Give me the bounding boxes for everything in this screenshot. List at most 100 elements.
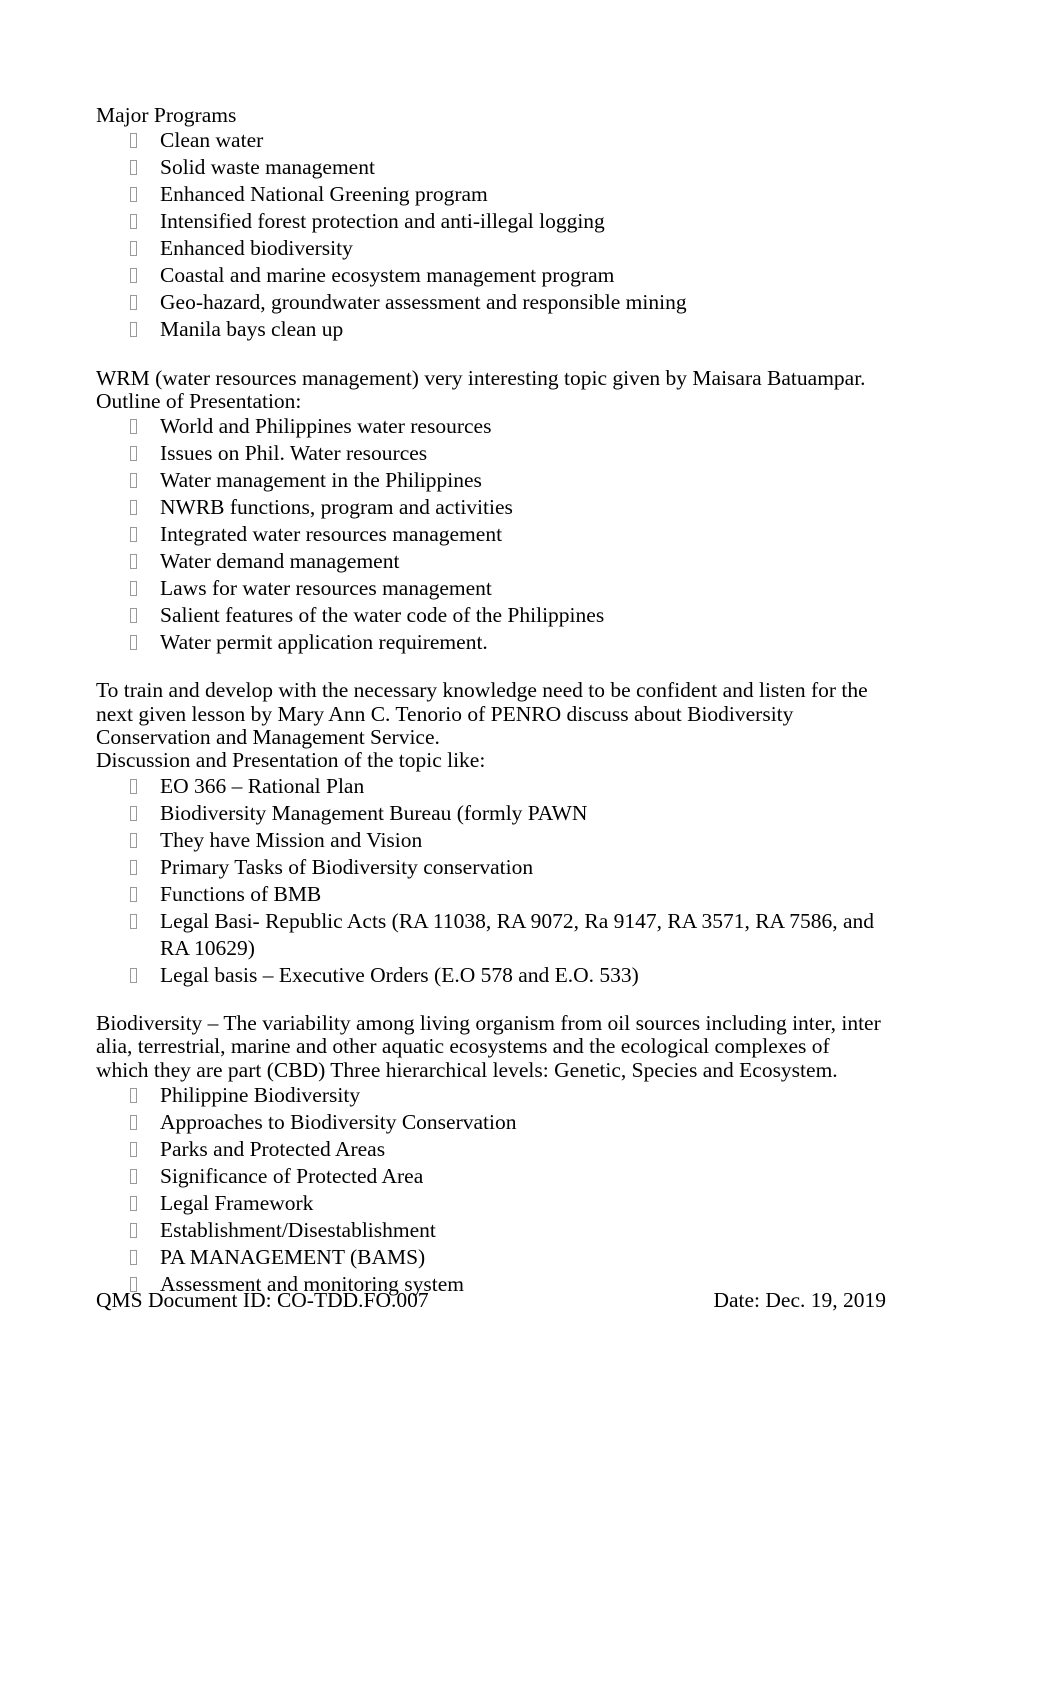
list-item: Legal basis – Executive Orders (E.O 578 …: [96, 962, 886, 989]
list-item-label: World and Philippines water resources: [160, 414, 492, 439]
list-item: Water management in the Philippines: [96, 467, 886, 494]
bullet-list-biodiversity-topics: EO 366 – Rational Plan Biodiversity Mana…: [96, 773, 886, 989]
page-footer: QMS Document ID: CO-TDD.FO.007 Date: Dec…: [96, 1288, 886, 1312]
section-paragraph: To train and develop with the necessary …: [96, 678, 868, 750]
list-item: They have Mission and Vision: [96, 827, 886, 854]
list-item: Solid waste management: [96, 154, 886, 181]
section-wrm: WRM (water resources management) very in…: [96, 366, 886, 657]
bullet-glyph-icon: [130, 859, 137, 875]
section-heading: Outline of Presentation:: [96, 388, 302, 413]
list-item-label: Laws for water resources management: [160, 576, 492, 601]
bullet-glyph-icon: [130, 1168, 137, 1184]
bullet-glyph-icon: [130, 322, 137, 338]
list-item: Geo-hazard, groundwater assessment and r…: [96, 289, 886, 316]
list-item: Biodiversity Management Bureau (formly P…: [96, 800, 886, 827]
bullet-glyph-icon: [130, 1249, 137, 1265]
list-item: Approaches to Biodiversity Conservation: [96, 1109, 886, 1136]
list-item-label: Solid waste management: [160, 155, 375, 180]
list-item: Water permit application requirement.: [96, 629, 886, 656]
list-item: Parks and Protected Areas: [96, 1136, 886, 1163]
bullet-glyph-icon: [130, 473, 137, 489]
list-item: Primary Tasks of Biodiversity conservati…: [96, 854, 886, 881]
list-item-label: Clean water: [160, 128, 264, 153]
bullet-glyph-icon: [130, 268, 137, 284]
bullet-glyph-icon: [130, 446, 137, 462]
bullet-glyph-icon: [130, 886, 137, 902]
list-item-label: Establishment/Disestablishment: [160, 1217, 436, 1242]
list-item-label: Parks and Protected Areas: [160, 1136, 386, 1161]
list-item: Issues on Phil. Water resources: [96, 440, 886, 467]
list-item: Salient features of the water code of th…: [96, 602, 886, 629]
bullet-glyph-icon: [130, 295, 137, 311]
list-item: Integrated water resources management: [96, 521, 886, 548]
bullet-glyph-icon: [130, 635, 137, 651]
bullet-glyph-icon: [130, 1141, 137, 1157]
footer-document-id: QMS Document ID: CO-TDD.FO.007: [96, 1288, 429, 1312]
list-item-label: Functions of BMB: [160, 881, 322, 906]
bullet-list-wrm-outline: World and Philippines water resources Is…: [96, 413, 886, 656]
bullet-glyph-icon: [130, 1222, 137, 1238]
section-major-programs: Major Programs Clean water Solid waste m…: [96, 103, 886, 343]
bullet-glyph-icon: [130, 1114, 137, 1130]
list-item-label: Primary Tasks of Biodiversity conservati…: [160, 854, 534, 879]
list-item-label: EO 366 – Rational Plan: [160, 773, 365, 798]
list-item-label: Legal Framework: [160, 1190, 314, 1215]
list-item-label: Issues on Phil. Water resources: [160, 441, 428, 466]
bullet-glyph-icon: [130, 554, 137, 570]
bullet-glyph-icon: [130, 214, 137, 230]
bullet-glyph-icon: [130, 805, 137, 821]
list-item-label: Water permit application requirement.: [160, 630, 488, 655]
bullet-glyph-icon: [130, 160, 137, 176]
bullet-glyph-icon: [130, 527, 137, 543]
bullet-glyph-icon: [130, 608, 137, 624]
list-item: Philippine Biodiversity: [96, 1082, 886, 1109]
list-item: Legal Framework: [96, 1190, 886, 1217]
list-item: Significance of Protected Area: [96, 1163, 886, 1190]
list-item-label: NWRB functions, program and activities: [160, 495, 513, 520]
bullet-glyph-icon: [130, 187, 137, 203]
bullet-glyph-icon: [130, 500, 137, 516]
list-item-label: Enhanced biodiversity: [160, 236, 353, 261]
bullet-glyph-icon: [130, 778, 137, 794]
list-item: NWRB functions, program and activities: [96, 494, 886, 521]
list-item-label: Significance of Protected Area: [160, 1163, 424, 1188]
bullet-glyph-icon: [130, 241, 137, 257]
bullet-glyph-icon: [130, 581, 137, 597]
list-item: World and Philippines water resources: [96, 413, 886, 440]
list-item-label: Biodiversity Management Bureau (formly P…: [160, 800, 588, 825]
list-item-label: Water management in the Philippines: [160, 468, 482, 493]
section-biodiversity-definition: Biodiversity – The variability among liv…: [96, 1010, 886, 1298]
bullet-list-biodiversity-subtopics: Philippine Biodiversity Approaches to Bi…: [96, 1082, 886, 1298]
list-item-label: Integrated water resources management: [160, 522, 503, 547]
list-item: Establishment/Disestablishment: [96, 1217, 886, 1244]
list-item: Enhanced biodiversity: [96, 235, 886, 262]
list-item-label: Geo-hazard, groundwater assessment and r…: [160, 290, 687, 315]
bullet-glyph-icon: [130, 913, 137, 929]
document-body: Major Programs Clean water Solid waste m…: [96, 103, 886, 1298]
section-heading: Discussion and Presentation of the topic…: [96, 748, 486, 773]
list-item: Manila bays clean up: [96, 316, 886, 343]
bullet-list-major-programs: Clean water Solid waste management Enhan…: [96, 127, 886, 343]
list-item: Water demand management: [96, 548, 886, 575]
list-item-label: Enhanced National Greening program: [160, 182, 488, 207]
list-item: Legal Basi- Republic Acts (RA 11038, RA …: [96, 908, 886, 962]
list-item-label: Legal Basi- Republic Acts (RA 11038, RA …: [160, 908, 875, 960]
section-biodiversity-training: To train and develop with the necessary …: [96, 679, 886, 988]
list-item: Enhanced National Greening program: [96, 181, 886, 208]
list-item: Intensified forest protection and anti-i…: [96, 208, 886, 235]
list-item-label: PA MANAGEMENT (BAMS): [160, 1244, 426, 1269]
section-paragraph: Biodiversity – The variability among liv…: [96, 1010, 881, 1082]
list-item: PA MANAGEMENT (BAMS): [96, 1244, 886, 1271]
list-item-label: They have Mission and Vision: [160, 827, 423, 852]
bullet-glyph-icon: [130, 832, 137, 848]
bullet-glyph-icon: [130, 133, 137, 149]
bullet-glyph-icon: [130, 1087, 137, 1103]
list-item: Clean water: [96, 127, 886, 154]
list-item: EO 366 – Rational Plan: [96, 773, 886, 800]
list-item-label: Salient features of the water code of th…: [160, 603, 605, 628]
list-item-label: Manila bays clean up: [160, 317, 344, 342]
list-item-label: Water demand management: [160, 549, 400, 574]
list-item-label: Approaches to Biodiversity Conservation: [160, 1109, 517, 1134]
